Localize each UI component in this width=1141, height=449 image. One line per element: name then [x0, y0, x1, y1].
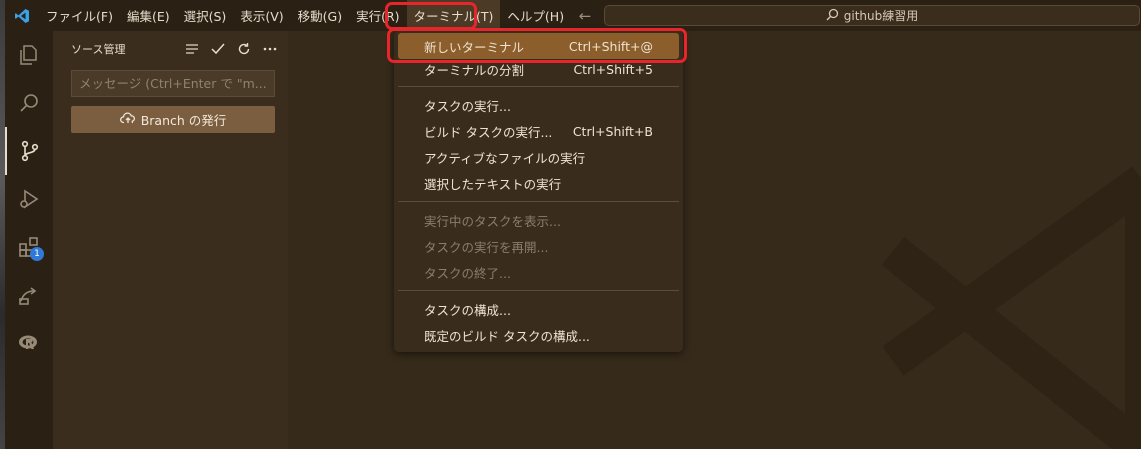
menu-configure-tasks[interactable]: タスクの構成...	[398, 296, 679, 322]
back-arrow-icon[interactable]: ←	[571, 0, 599, 31]
publish-branch-button[interactable]: Branch の発行	[71, 106, 275, 133]
menu-show-running-tasks[interactable]: 実行中のタスクを表示...	[398, 207, 679, 233]
refresh-icon[interactable]	[236, 41, 252, 57]
menu-run-build-task[interactable]: ビルド タスクの実行... Ctrl+Shift+B	[398, 118, 679, 144]
menu-selection[interactable]: 選択(S)	[177, 0, 234, 31]
menu-run-task[interactable]: タスクの実行...	[398, 92, 679, 118]
vscode-watermark-logo	[873, 151, 1141, 449]
publish-branch-label: Branch の発行	[140, 113, 227, 128]
commit-check-icon[interactable]	[210, 41, 226, 57]
source-control-sidebar: ソース管理 メッセージ (Ctrl+Enter で "m... Branch の…	[53, 31, 288, 449]
more-actions-icon[interactable]	[262, 41, 278, 57]
menu-separator	[398, 86, 679, 87]
menu-terminate-task[interactable]: タスクの終了...	[398, 259, 679, 285]
search-view-icon[interactable]	[5, 79, 53, 127]
annotation-terminal-menu-highlight	[385, 2, 477, 30]
extensions-icon[interactable]: 1	[5, 223, 53, 271]
menu-item-label: タスクの終了...	[424, 265, 511, 281]
menu-item-label: 実行中のタスクを表示...	[424, 213, 561, 229]
sidebar-actions	[184, 31, 278, 66]
menu-item-label: タスクの構成...	[424, 302, 511, 318]
menu-go[interactable]: 移動(G)	[291, 0, 349, 31]
command-center-search[interactable]: github練習用	[604, 5, 1140, 26]
r-language-icon[interactable]	[5, 319, 53, 367]
terminal-menu-dropdown: 新しいターミナル Ctrl+Shift+@ ターミナルの分割 Ctrl+Shif…	[394, 31, 683, 352]
menu-help[interactable]: ヘルプ(H)	[500, 0, 571, 31]
menu-item-label: タスクの実行...	[424, 98, 511, 114]
menu-separator	[398, 201, 679, 202]
menu-view[interactable]: 表示(V)	[233, 0, 290, 31]
activity-bar: 1	[5, 31, 53, 449]
remote-explorer-icon[interactable]	[5, 271, 53, 319]
menu-restart-task[interactable]: タスクの実行を再開...	[398, 233, 679, 259]
menu-configure-default-build-task[interactable]: 既定のビルド タスクの構成...	[398, 322, 679, 348]
annotation-new-terminal-highlight	[387, 28, 687, 63]
menu-item-label: 選択したテキストの実行	[424, 176, 562, 192]
menu-separator	[398, 290, 679, 291]
search-icon	[826, 8, 839, 24]
source-control-icon[interactable]	[5, 127, 53, 175]
menu-item-label: 既定のビルド タスクの構成...	[424, 328, 590, 344]
run-debug-icon[interactable]	[5, 175, 53, 223]
menu-edit[interactable]: 編集(E)	[120, 0, 177, 31]
commit-message-input[interactable]: メッセージ (Ctrl+Enter で "m...	[71, 70, 275, 97]
vscode-logo-icon	[5, 0, 39, 31]
menu-file[interactable]: ファイル(F)	[39, 0, 120, 31]
menu-run-selected-text[interactable]: 選択したテキストの実行	[398, 170, 679, 196]
menu-item-label: アクティブなファイルの実行	[424, 150, 586, 166]
sidebar-header: ソース管理	[53, 31, 288, 66]
menu-item-shortcut: Ctrl+Shift+B	[572, 123, 653, 139]
explorer-icon[interactable]	[5, 31, 53, 79]
cloud-upload-icon	[119, 112, 136, 127]
menu-item-label: タスクの実行を再開...	[424, 239, 549, 255]
command-center-label: github練習用	[843, 9, 919, 23]
menu-item-shortcut: Ctrl+Shift+5	[573, 61, 653, 77]
menu-item-label: ビルド タスクの実行...	[424, 124, 553, 140]
view-as-tree-icon[interactable]	[184, 41, 200, 57]
extensions-badge: 1	[30, 247, 44, 261]
sidebar-title: ソース管理	[71, 42, 126, 56]
menu-run-active-file[interactable]: アクティブなファイルの実行	[398, 144, 679, 170]
